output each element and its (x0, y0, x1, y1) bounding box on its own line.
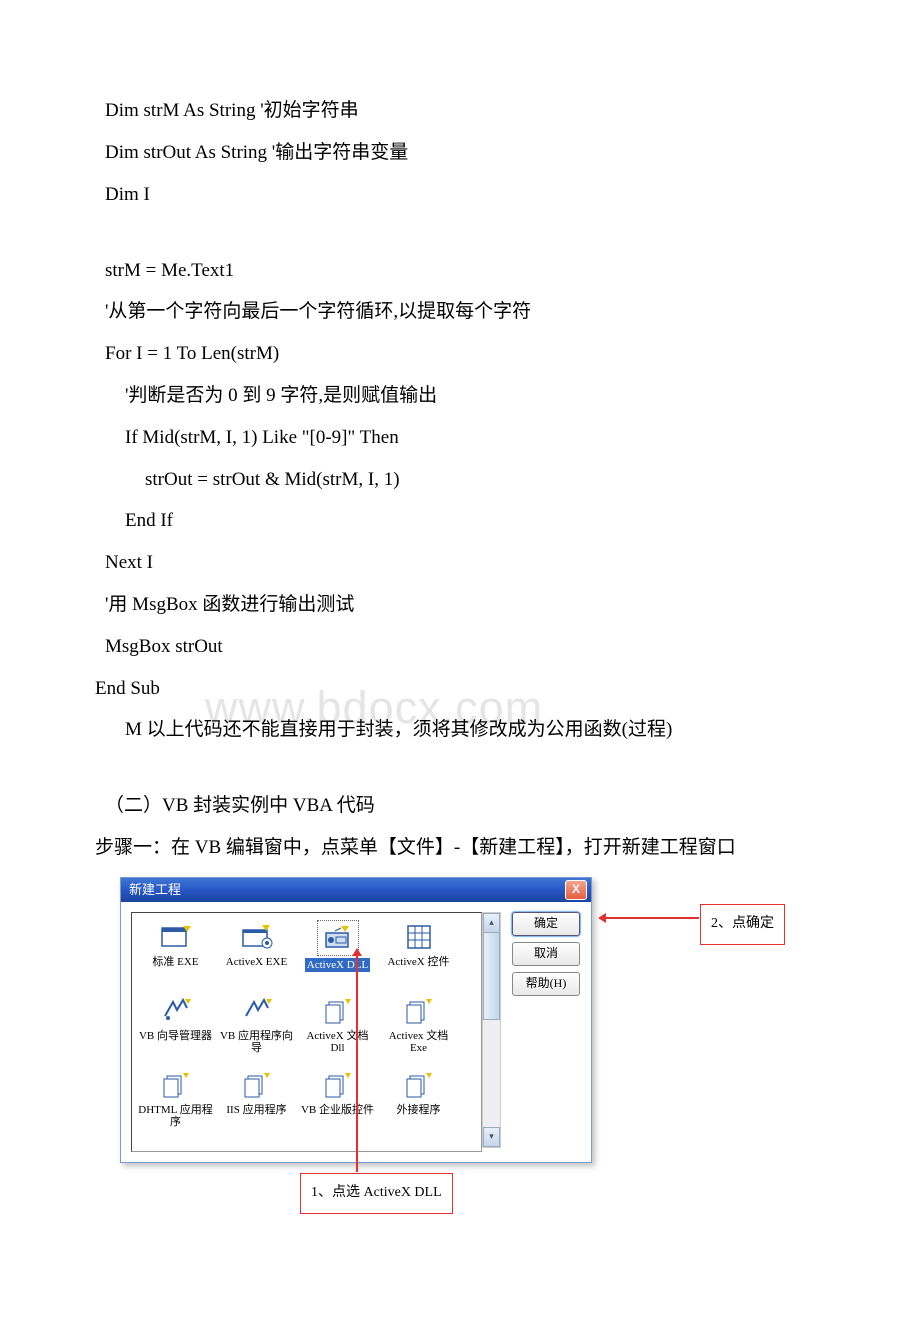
list-item-label: VB 向导管理器 (139, 1030, 212, 1042)
project-icon (399, 920, 439, 954)
code-line: Dim strM As String '初始字符串 (105, 90, 830, 132)
code-line: For I = 1 To Len(strM) (105, 333, 830, 375)
project-icon (237, 994, 277, 1028)
code-line: If Mid(strM, I, 1) Like "[0-9]" Then (125, 417, 830, 459)
ok-button[interactable]: 确定 (512, 912, 580, 936)
project-type-list[interactable]: 标准 EXE ActiveX EXE ActiveX DLL ActiveX 控… (131, 912, 482, 1152)
list-item-label: 外接程序 (397, 1104, 441, 1116)
project-icon (399, 1068, 439, 1102)
help-button[interactable]: 帮助(H) (512, 972, 580, 996)
dialog-title: 新建工程 (129, 876, 181, 905)
list-item[interactable]: Activex 文档 Exe (378, 990, 459, 1064)
arrow-up-icon (352, 948, 362, 956)
code-line: '判断是否为 0 到 9 字符,是则赋值输出 (125, 375, 830, 417)
code-line: strOut = strOut & Mid(strM, I, 1) (145, 459, 830, 501)
code-line: Dim strOut As String '输出字符串变量 (105, 132, 830, 174)
list-item[interactable]: DHTML 应用程序 (135, 1064, 216, 1138)
list-item-label: VB 应用程序向导 (218, 1030, 296, 1054)
project-icon (237, 1068, 277, 1102)
project-icon (156, 1068, 196, 1102)
scroll-up-icon[interactable]: ▴ (483, 913, 500, 933)
list-item-label: IIS 应用程序 (226, 1104, 286, 1116)
code-line: MsgBox strOut (105, 626, 830, 668)
arrow-left-icon (598, 913, 606, 923)
code-line: Dim I (105, 174, 830, 216)
list-item-label: ActiveX 控件 (387, 956, 449, 968)
callout-label: 1、点选 ActiveX DLL (311, 1185, 442, 1200)
code-line: '用 MsgBox 函数进行输出测试 (105, 584, 830, 626)
callout-label: 2、点确定 (711, 916, 774, 931)
project-icon (237, 920, 277, 954)
list-item-label: DHTML 应用程序 (137, 1104, 215, 1128)
step-text: 步骤一：在 VB 编辑窗中，点菜单【文件】-【新建工程】，打开新建工程窗口 (95, 827, 830, 869)
list-item[interactable]: 标准 EXE (135, 916, 216, 990)
list-item-label: ActiveX DLL (305, 958, 370, 972)
dialog-screenshot: 新建工程 X 标准 EXE ActiveX EXE ActiveX DLL (120, 877, 860, 1242)
code-line: End If (125, 500, 830, 542)
project-icon (318, 994, 358, 1028)
project-icon (399, 994, 439, 1028)
project-icon (156, 920, 196, 954)
section-heading: （二）VB 封装实例中 VBA 代码 (105, 785, 830, 827)
note-text: M 以上代码还不能直接用于封装，须将其修改成为公用函数(过程) (125, 709, 830, 751)
scrollbar[interactable]: ▴ ▾ (482, 912, 501, 1148)
list-item[interactable]: 外接程序 (378, 1064, 459, 1138)
project-icon (318, 1068, 358, 1102)
code-line: End Sub (95, 668, 830, 710)
list-item[interactable]: VB 向导管理器 (135, 990, 216, 1064)
scroll-thumb[interactable] (483, 932, 500, 1020)
scroll-down-icon[interactable]: ▾ (483, 1127, 500, 1147)
list-item[interactable]: ActiveX EXE (216, 916, 297, 990)
list-item[interactable]: ActiveX 文档 Dll (297, 990, 378, 1064)
list-item-label: VB 企业版控件 (301, 1104, 374, 1116)
list-item-selected[interactable]: ActiveX DLL (297, 916, 378, 990)
code-line: strM = Me.Text1 (105, 250, 830, 292)
code-line: '从第一个字符向最后一个字符循环,以提取每个字符 (105, 291, 830, 333)
list-item-label: ActiveX 文档 Dll (299, 1030, 377, 1054)
list-item[interactable]: VB 企业版控件 (297, 1064, 378, 1138)
cancel-button[interactable]: 取消 (512, 942, 580, 966)
annotation-arrow (603, 917, 699, 919)
list-item[interactable]: ActiveX 控件 (378, 916, 459, 990)
code-line: Next I (105, 542, 830, 584)
annotation-arrow (356, 954, 358, 1172)
list-item-label: 标准 EXE (152, 956, 198, 968)
list-item-label: Activex 文档 Exe (380, 1030, 458, 1054)
list-item[interactable]: VB 应用程序向导 (216, 990, 297, 1064)
list-item[interactable]: IIS 应用程序 (216, 1064, 297, 1138)
project-icon (156, 994, 196, 1028)
callout-1: 1、点选 ActiveX DLL (300, 1173, 453, 1214)
list-item-label: ActiveX EXE (226, 956, 287, 968)
callout-2: 2、点确定 (700, 904, 785, 945)
close-icon[interactable]: X (565, 880, 587, 900)
dialog-titlebar: 新建工程 X (121, 878, 591, 902)
